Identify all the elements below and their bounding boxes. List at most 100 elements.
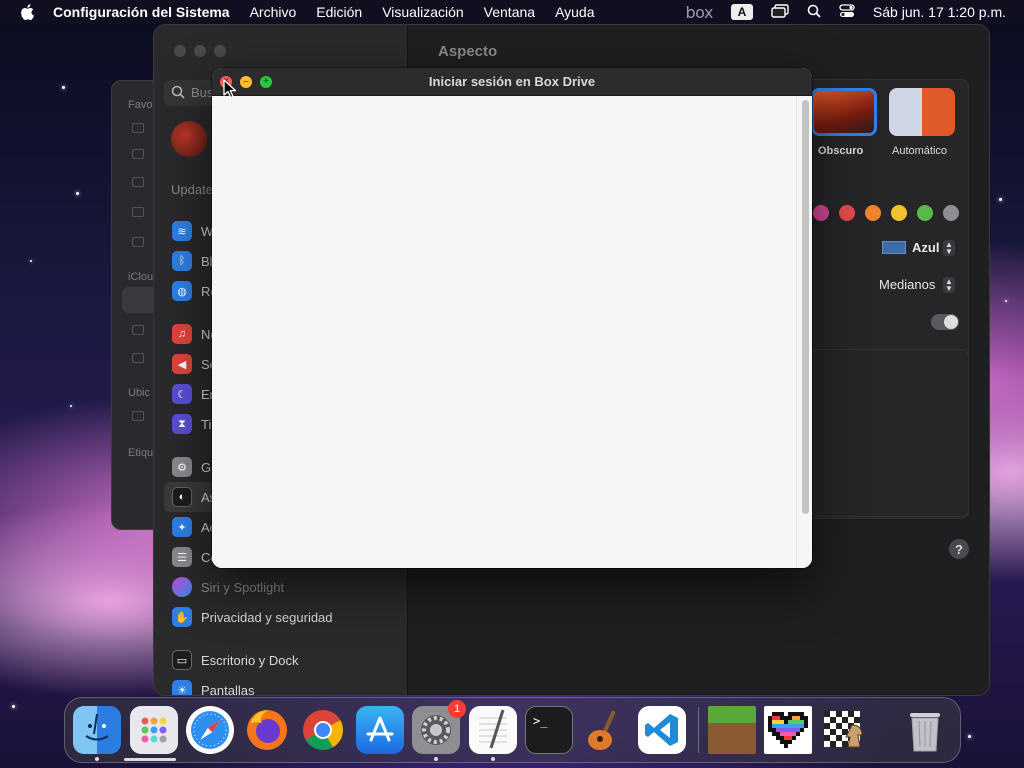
appearance-icon: ◐ — [172, 487, 192, 507]
star — [62, 86, 65, 89]
garageband-icon[interactable] — [582, 706, 630, 754]
app-store-icon[interactable] — [355, 706, 404, 754]
sidebar-item-privacy[interactable]: ✋ Privacidad y seguridad — [164, 602, 398, 632]
finder-item-icon[interactable] — [132, 177, 144, 187]
dock: 1 >_ — [64, 697, 961, 763]
theme-dark-option[interactable] — [811, 88, 877, 136]
sidebar-item-label: Privacidad y seguridad — [201, 609, 333, 625]
sidebar-item-label: Bl — [201, 253, 213, 269]
sidebar-item-desktop-dock[interactable]: ▭ Escritorio y Dock — [164, 645, 398, 675]
dialog-titlebar[interactable]: × – + Iniciar sesión en Box Drive — [212, 68, 812, 96]
star — [30, 260, 32, 262]
help-button[interactable]: ? — [949, 539, 969, 559]
apple-logo-icon[interactable] — [18, 3, 36, 21]
sidebar-item-label: Escritorio y Dock — [201, 652, 299, 668]
highlight-color-stepper[interactable]: ▲ ▼ — [943, 240, 955, 256]
input-source-icon[interactable]: A — [730, 4, 753, 20]
globe-icon: ◍ — [172, 281, 192, 301]
menu-ventana[interactable]: Ventana — [484, 4, 535, 20]
box-drive-login-dialog: × – + Iniciar sesión en Box Drive — [212, 68, 812, 568]
launchpad-icon[interactable] — [129, 706, 178, 754]
moon-icon: ☾ — [172, 384, 192, 404]
star — [76, 192, 79, 195]
speaker-icon: ◀ — [172, 354, 192, 374]
pixel-heart-icon[interactable] — [764, 706, 812, 754]
accent-color-yellow[interactable] — [891, 205, 907, 221]
software-update-row[interactable]: Update — [171, 182, 213, 197]
box-status-icon[interactable]: box — [685, 3, 713, 22]
finder-section-favorites: Favo — [128, 99, 153, 111]
accent-color-pink[interactable] — [813, 205, 829, 221]
system-settings-icon[interactable]: 1 — [412, 700, 466, 761]
firefox-icon[interactable] — [243, 706, 291, 754]
finder-section-icloud: iClou — [128, 271, 154, 283]
terminal-icon[interactable]: >_ — [525, 706, 573, 754]
theme-auto-option[interactable] — [889, 88, 955, 136]
sidebar-item-label: Siri y Spotlight — [201, 579, 285, 595]
minimize-button[interactable] — [194, 45, 206, 57]
hourglass-icon: ⧗ — [172, 414, 192, 434]
wifi-icon: ≋ — [172, 221, 192, 241]
safari-icon[interactable] — [186, 706, 234, 754]
finder-section-locations: Ubic — [128, 387, 151, 399]
accent-color-graphite[interactable] — [943, 205, 959, 221]
sidebar-item-siri[interactable]: Siri y Spotlight — [164, 572, 398, 602]
trash-icon[interactable] — [901, 706, 949, 754]
close-button[interactable] — [174, 45, 186, 57]
menu-visualizacion[interactable]: Visualización — [382, 4, 463, 20]
finder-icon[interactable] — [73, 706, 121, 761]
scrollbar-thumb[interactable] — [802, 100, 809, 514]
search-icon — [171, 85, 185, 104]
sidebar-icon-size-value[interactable]: Medianos — [879, 277, 935, 292]
accent-color-green[interactable] — [917, 205, 933, 221]
vscode-icon[interactable] — [638, 706, 686, 754]
dock-scroll-indicator — [124, 758, 176, 761]
spotlight-search-icon[interactable] — [807, 4, 821, 21]
theme-auto-label: Automático — [892, 145, 948, 157]
zoom-button[interactable] — [214, 45, 226, 57]
finder-item-icon[interactable] — [132, 325, 144, 335]
wallpaper-tinting-toggle[interactable] — [931, 314, 959, 330]
highlight-color-swatch — [882, 241, 906, 254]
sidebar-item-displays[interactable]: ☀ Pantallas — [164, 675, 398, 695]
chrome-icon[interactable] — [299, 706, 347, 754]
login-web-content[interactable] — [212, 96, 812, 568]
finder-item-icon[interactable] — [132, 207, 144, 217]
app-menu[interactable]: Configuración del Sistema — [53, 4, 230, 20]
menu-ayuda[interactable]: Ayuda — [555, 4, 594, 20]
avatar[interactable] — [171, 121, 207, 157]
star — [1005, 300, 1007, 302]
mouse-pointer-icon — [223, 79, 237, 99]
chess-icon[interactable] — [821, 706, 869, 754]
accent-color-orange[interactable] — [865, 205, 881, 221]
finder-section-tags: Etiqu — [128, 447, 154, 459]
menu-edicion[interactable]: Edición — [316, 4, 362, 20]
minecraft-icon[interactable] — [707, 706, 756, 754]
finder-item-icon[interactable] — [132, 237, 144, 247]
star — [12, 705, 15, 708]
star — [999, 198, 1002, 201]
finder-item-icon[interactable] — [132, 353, 144, 363]
finder-item-icon[interactable] — [132, 149, 144, 159]
scroll-behavior-panel — [809, 349, 969, 517]
accessibility-icon: ✦ — [172, 517, 192, 537]
sidebar-icon-size-stepper[interactable]: ▲ ▼ — [943, 277, 955, 293]
textedit-icon[interactable] — [468, 706, 517, 761]
theme-dark-label: Obscuro — [818, 145, 864, 157]
gear-icon: ⚙ — [172, 457, 192, 477]
accent-color-red[interactable] — [839, 205, 855, 221]
page-title: Aspecto — [438, 43, 498, 60]
menu-extras: box A Sáb jun. 17 1:20 p.m. — [685, 0, 1006, 24]
clock[interactable]: Sáb jun. 17 1:20 p.m. — [873, 4, 1006, 20]
highlight-color-value[interactable]: Azul — [912, 240, 939, 255]
finder-item-icon[interactable] — [132, 123, 144, 133]
dialog-title: Iniciar sesión en Box Drive — [428, 74, 596, 89]
finder-item-icon[interactable] — [132, 411, 144, 421]
menu-archivo[interactable]: Archivo — [250, 4, 297, 20]
control-center-icon: ☰ — [172, 547, 192, 567]
sun-icon: ☀ — [172, 680, 192, 695]
window-switcher-icon[interactable] — [771, 3, 789, 21]
control-center-icon[interactable] — [839, 3, 855, 21]
dock-separator — [697, 707, 699, 753]
search-placeholder: Bus — [191, 85, 214, 100]
